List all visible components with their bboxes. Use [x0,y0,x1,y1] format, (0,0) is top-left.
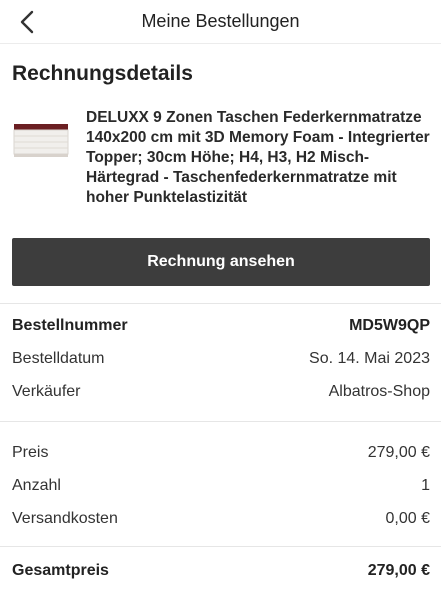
product-name[interactable]: DELUXX 9 Zonen Taschen Federkernmatratze… [86,108,431,208]
price-value: 279,00 € [367,444,430,461]
product-thumbnail[interactable] [12,110,70,168]
total-value: 279,00 € [367,562,430,579]
price-label: Preis [12,444,49,461]
top-nav-bar: Meine Bestellungen [0,0,441,44]
seller-row: Verkäufer Albatros-Shop [12,383,430,407]
quantity-value: 1 [421,477,430,494]
page-title: Rechnungsdetails [12,62,193,85]
price-row: Preis 279,00 € [12,444,430,468]
divider [0,421,441,422]
seller-value: Albatros-Shop [328,383,430,400]
divider [0,303,441,304]
divider [0,546,441,547]
quantity-row: Anzahl 1 [12,477,430,501]
order-date-value: So. 14. Mai 2023 [309,350,430,367]
quantity-label: Anzahl [12,477,61,494]
shipping-value: 0,00 € [385,510,430,527]
order-number-row: Bestellnummer MD5W9QP [12,317,430,341]
order-date-row: Bestelldatum So. 14. Mai 2023 [12,350,430,374]
product-item[interactable]: DELUXX 9 Zonen Taschen Federkernmatratze… [12,108,432,223]
total-label: Gesamtpreis [12,562,109,579]
view-invoice-button[interactable]: Rechnung ansehen [12,238,430,286]
order-number-label: Bestellnummer [12,317,128,334]
shipping-row: Versandkosten 0,00 € [12,510,430,534]
nav-title: Meine Bestellungen [141,11,300,31]
shipping-label: Versandkosten [12,510,118,527]
total-row: Gesamtpreis 279,00 € [12,562,430,586]
seller-label: Verkäufer [12,383,81,400]
order-date-label: Bestelldatum [12,350,105,367]
order-number-value: MD5W9QP [349,317,430,334]
